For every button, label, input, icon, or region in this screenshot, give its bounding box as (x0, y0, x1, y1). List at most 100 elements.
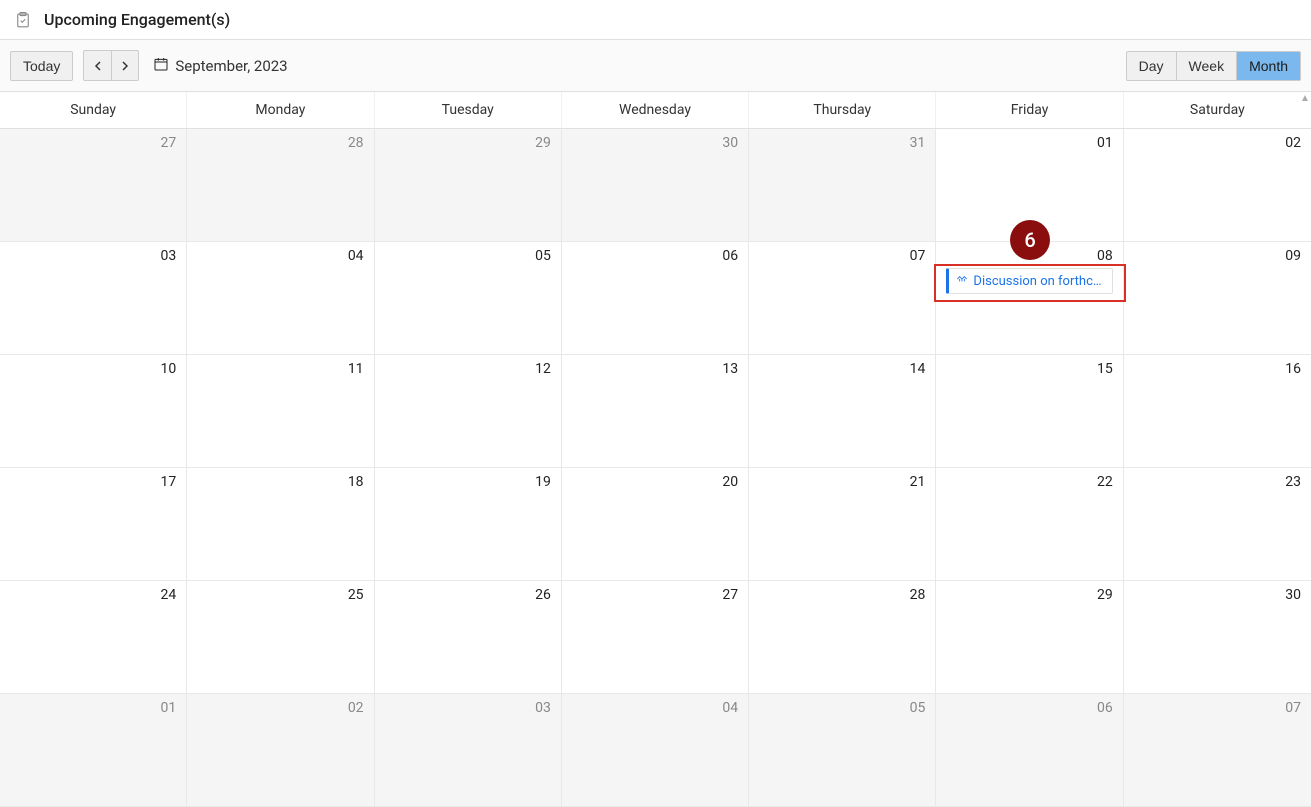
day-cell[interactable]: 29 (375, 129, 562, 241)
day-cell[interactable]: 21 (749, 468, 936, 580)
calendar-grid: SundayMondayTuesdayWednesdayThursdayFrid… (0, 92, 1311, 807)
calendar-icon (153, 56, 169, 76)
calendar-event[interactable]: Discussion on forthc… (946, 268, 1112, 294)
day-cell[interactable]: 31 (749, 129, 936, 241)
day-number: 29 (385, 135, 551, 151)
day-cell[interactable]: 24 (0, 581, 187, 693)
day-number: 28 (197, 135, 363, 151)
page-header: Upcoming Engagement(s) (0, 0, 1311, 40)
day-number: 03 (10, 248, 176, 264)
day-number: 04 (197, 248, 363, 264)
current-date-label[interactable]: September, 2023 (149, 56, 287, 76)
day-number: 15 (946, 361, 1112, 377)
day-number: 23 (1134, 474, 1301, 490)
day-cell[interactable]: 30 (562, 129, 749, 241)
day-number: 02 (197, 700, 363, 716)
day-number: 08 (946, 248, 1112, 264)
day-header: Friday (936, 92, 1123, 128)
day-cell[interactable]: 19 (375, 468, 562, 580)
day-cell[interactable]: 05 (375, 242, 562, 354)
day-cell[interactable]: 06 (936, 694, 1123, 806)
day-cell[interactable]: 06 (562, 242, 749, 354)
day-cell[interactable]: 11 (187, 355, 374, 467)
day-cell[interactable]: 02 (1124, 129, 1311, 241)
day-header: Sunday (0, 92, 187, 128)
day-number: 05 (385, 248, 551, 264)
day-number: 06 (572, 248, 738, 264)
day-number: 22 (946, 474, 1112, 490)
week-row: 27 28 29 30 31 01 02 (0, 129, 1311, 242)
day-cell[interactable]: 13 (562, 355, 749, 467)
scroll-up-icon: ▲ (1299, 92, 1311, 104)
day-view-button[interactable]: Day (1126, 51, 1177, 81)
day-number: 14 (759, 361, 925, 377)
day-number: 02 (1134, 135, 1301, 151)
day-cell[interactable]: 08 Discussion on forthc… (936, 242, 1123, 354)
day-header: Thursday (749, 92, 936, 128)
day-number: 03 (385, 700, 551, 716)
day-number: 09 (1134, 248, 1301, 264)
day-cell[interactable]: 20 (562, 468, 749, 580)
day-number: 27 (10, 135, 176, 151)
day-cell[interactable]: 30 (1124, 581, 1311, 693)
day-cell[interactable]: 28 (187, 129, 374, 241)
day-cell[interactable]: 29 (936, 581, 1123, 693)
day-cell[interactable]: 07 (749, 242, 936, 354)
chevron-left-icon (94, 58, 102, 74)
day-cell[interactable]: 01 (0, 694, 187, 806)
day-number: 31 (759, 135, 925, 151)
day-cell[interactable]: 23 (1124, 468, 1311, 580)
week-view-button[interactable]: Week (1177, 51, 1238, 81)
day-header-row: SundayMondayTuesdayWednesdayThursdayFrid… (0, 92, 1311, 129)
day-cell[interactable]: 26 (375, 581, 562, 693)
day-cell[interactable]: 15 (936, 355, 1123, 467)
day-cell[interactable]: 09 (1124, 242, 1311, 354)
day-cell[interactable]: 28 (749, 581, 936, 693)
day-cell[interactable]: 10 (0, 355, 187, 467)
calendar-toolbar: Today September, 2023 Da (0, 40, 1311, 92)
nav-button-group (83, 50, 139, 81)
toolbar-left: Today September, 2023 (10, 50, 288, 81)
day-number: 04 (572, 700, 738, 716)
month-view-button[interactable]: Month (1237, 51, 1301, 81)
day-number: 13 (572, 361, 738, 377)
day-cell[interactable]: 17 (0, 468, 187, 580)
day-cell[interactable]: 03 (0, 242, 187, 354)
day-number: 06 (946, 700, 1112, 716)
day-cell[interactable]: 25 (187, 581, 374, 693)
date-text: September, 2023 (175, 57, 287, 75)
day-cell[interactable]: 27 (562, 581, 749, 693)
day-cell[interactable]: 14 (749, 355, 936, 467)
week-row: 24 25 26 27 28 2930 (0, 581, 1311, 694)
day-cell[interactable]: 16 (1124, 355, 1311, 467)
next-button[interactable] (111, 50, 139, 81)
handshake-icon (955, 272, 969, 290)
day-cell[interactable]: 04 (562, 694, 749, 806)
weeks-container: 27282930310102030405060708Discussion on … (0, 129, 1311, 807)
day-cell[interactable]: 03 (375, 694, 562, 806)
day-number: 27 (572, 587, 738, 603)
day-cell[interactable]: 22 (936, 468, 1123, 580)
day-number: 07 (1134, 700, 1301, 716)
day-header: Saturday (1124, 92, 1311, 128)
clipboard-check-icon (14, 11, 32, 29)
day-cell[interactable]: 05 (749, 694, 936, 806)
today-button[interactable]: Today (10, 51, 73, 81)
day-number: 24 (10, 587, 176, 603)
view-switcher: Day Week Month (1126, 51, 1301, 81)
day-cell[interactable]: 18 (187, 468, 374, 580)
day-number: 16 (1134, 361, 1301, 377)
day-number: 25 (197, 587, 363, 603)
day-number: 05 (759, 700, 925, 716)
day-cell[interactable]: 07 (1124, 694, 1311, 806)
day-cell[interactable]: 04 (187, 242, 374, 354)
day-number: 30 (572, 135, 738, 151)
day-cell[interactable]: 01 (936, 129, 1123, 241)
day-number: 28 (759, 587, 925, 603)
day-number: 21 (759, 474, 925, 490)
day-cell[interactable]: 12 (375, 355, 562, 467)
week-row: 03 04 05 06 07 08 Discussion on forthc… 09 (0, 242, 1311, 355)
day-cell[interactable]: 02 (187, 694, 374, 806)
prev-button[interactable] (83, 50, 111, 81)
day-cell[interactable]: 27 (0, 129, 187, 241)
